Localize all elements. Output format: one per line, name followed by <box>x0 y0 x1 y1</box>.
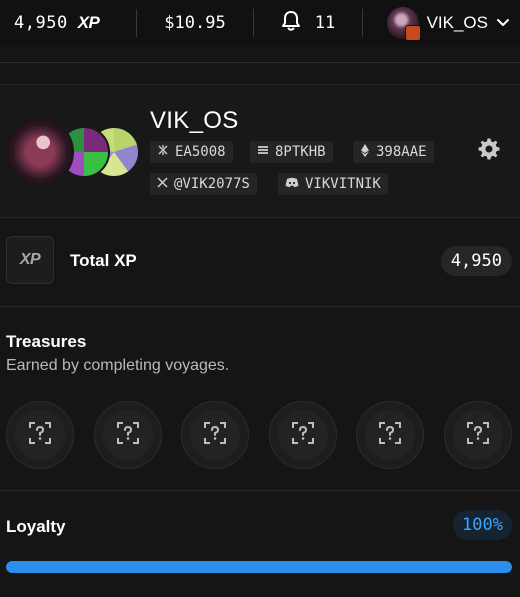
total-xp-label: Total XP <box>70 251 137 270</box>
avatar-stack <box>6 118 140 186</box>
chip-label: EA5008 <box>175 144 226 160</box>
wallet-chip-ethereum[interactable]: 398AAE <box>353 141 434 163</box>
profile-card: VIK_OS EA5008 8PTKHB 398AAE @VIK2077S VI… <box>0 84 520 218</box>
treasure-slot-inner <box>190 410 241 460</box>
total-xp-number: 4,950 <box>450 251 502 271</box>
treasure-slot-inner <box>102 410 153 460</box>
stack-icon <box>257 144 269 160</box>
unknown-treasure-icon <box>466 421 490 450</box>
treasure-slot-inner <box>365 410 416 460</box>
treasure-slot-inner <box>15 410 65 460</box>
xp-balance-value: 4,950 <box>14 13 68 33</box>
chip-label: 398AAE <box>376 144 427 160</box>
treasure-slots <box>6 401 520 471</box>
social-chip-discord[interactable]: VIKVITNIK <box>278 173 388 195</box>
user-menu-button[interactable]: VIK_OS <box>363 0 520 46</box>
xp-logo-text: XP <box>77 13 100 32</box>
xp-logo-label: XP <box>19 251 41 268</box>
settings-gear-icon[interactable] <box>476 137 502 163</box>
top-bar: 4,950 XP $10.95 11 VIK_OS <box>0 0 520 46</box>
treasure-slot-inner <box>277 410 328 460</box>
wallet-chip-stack[interactable]: 8PTKHB <box>250 141 333 163</box>
treasure-slot[interactable] <box>6 401 74 469</box>
divider <box>0 62 520 63</box>
treasure-slot-inner <box>453 410 503 460</box>
treasures-title: Treasures <box>6 332 87 351</box>
username: VIK_OS <box>426 13 488 32</box>
unknown-treasure-icon <box>28 421 52 450</box>
chip-label: @VIK2077S <box>174 176 250 192</box>
unknown-treasure-icon <box>291 421 315 450</box>
treasure-slot[interactable] <box>444 401 512 469</box>
unknown-treasure-icon <box>116 421 140 450</box>
profile-name: VIK_OS <box>150 107 239 134</box>
social-chip-x[interactable]: @VIK2077S <box>150 173 257 195</box>
treasure-slot[interactable] <box>181 401 250 469</box>
xp-balance[interactable]: 4,950 XP <box>0 0 136 46</box>
notification-count: 11 <box>314 13 336 33</box>
total-xp-row: XP Total XP 4,950 <box>0 216 520 307</box>
x-twitter-icon <box>157 176 168 192</box>
avatar <box>6 118 74 186</box>
loyalty-percent: 100% <box>462 515 503 535</box>
avatar-badge-icon <box>404 25 421 41</box>
discord-icon <box>285 177 299 192</box>
treasure-slot[interactable] <box>268 401 337 469</box>
treasures-subtitle: Earned by completing voyages. <box>6 357 230 374</box>
treasure-slot[interactable] <box>93 401 162 469</box>
chip-label: VIKVITNIK <box>305 176 381 192</box>
treasures-section: Treasures Earned by completing voyages. <box>0 306 520 491</box>
unknown-treasure-icon <box>203 421 227 450</box>
wallet-balance-value: $10.95 <box>164 13 226 33</box>
treasure-slot[interactable] <box>356 401 425 469</box>
avatar <box>386 7 421 41</box>
wallet-balance[interactable]: $10.95 <box>137 0 253 46</box>
unknown-treasure-icon <box>378 421 402 450</box>
wallet-chip-solana[interactable]: EA5008 <box>150 141 233 163</box>
notifications-button[interactable]: 11 <box>254 0 362 46</box>
loyalty-title: Loyalty <box>6 517 66 536</box>
bell-icon <box>281 10 301 37</box>
total-xp-value: 4,950 <box>440 246 512 276</box>
xp-logo-icon: XP <box>6 236 54 284</box>
solana-icon <box>157 144 169 160</box>
chevron-down-icon <box>496 13 510 33</box>
loyalty-progress-fill <box>6 561 512 573</box>
loyalty-progress-bar <box>6 561 512 573</box>
ethereum-icon <box>360 143 370 161</box>
loyalty-section: Loyalty 100% <box>0 490 520 597</box>
chip-label: 8PTKHB <box>275 144 326 160</box>
loyalty-percent-badge: 100% <box>453 510 512 540</box>
